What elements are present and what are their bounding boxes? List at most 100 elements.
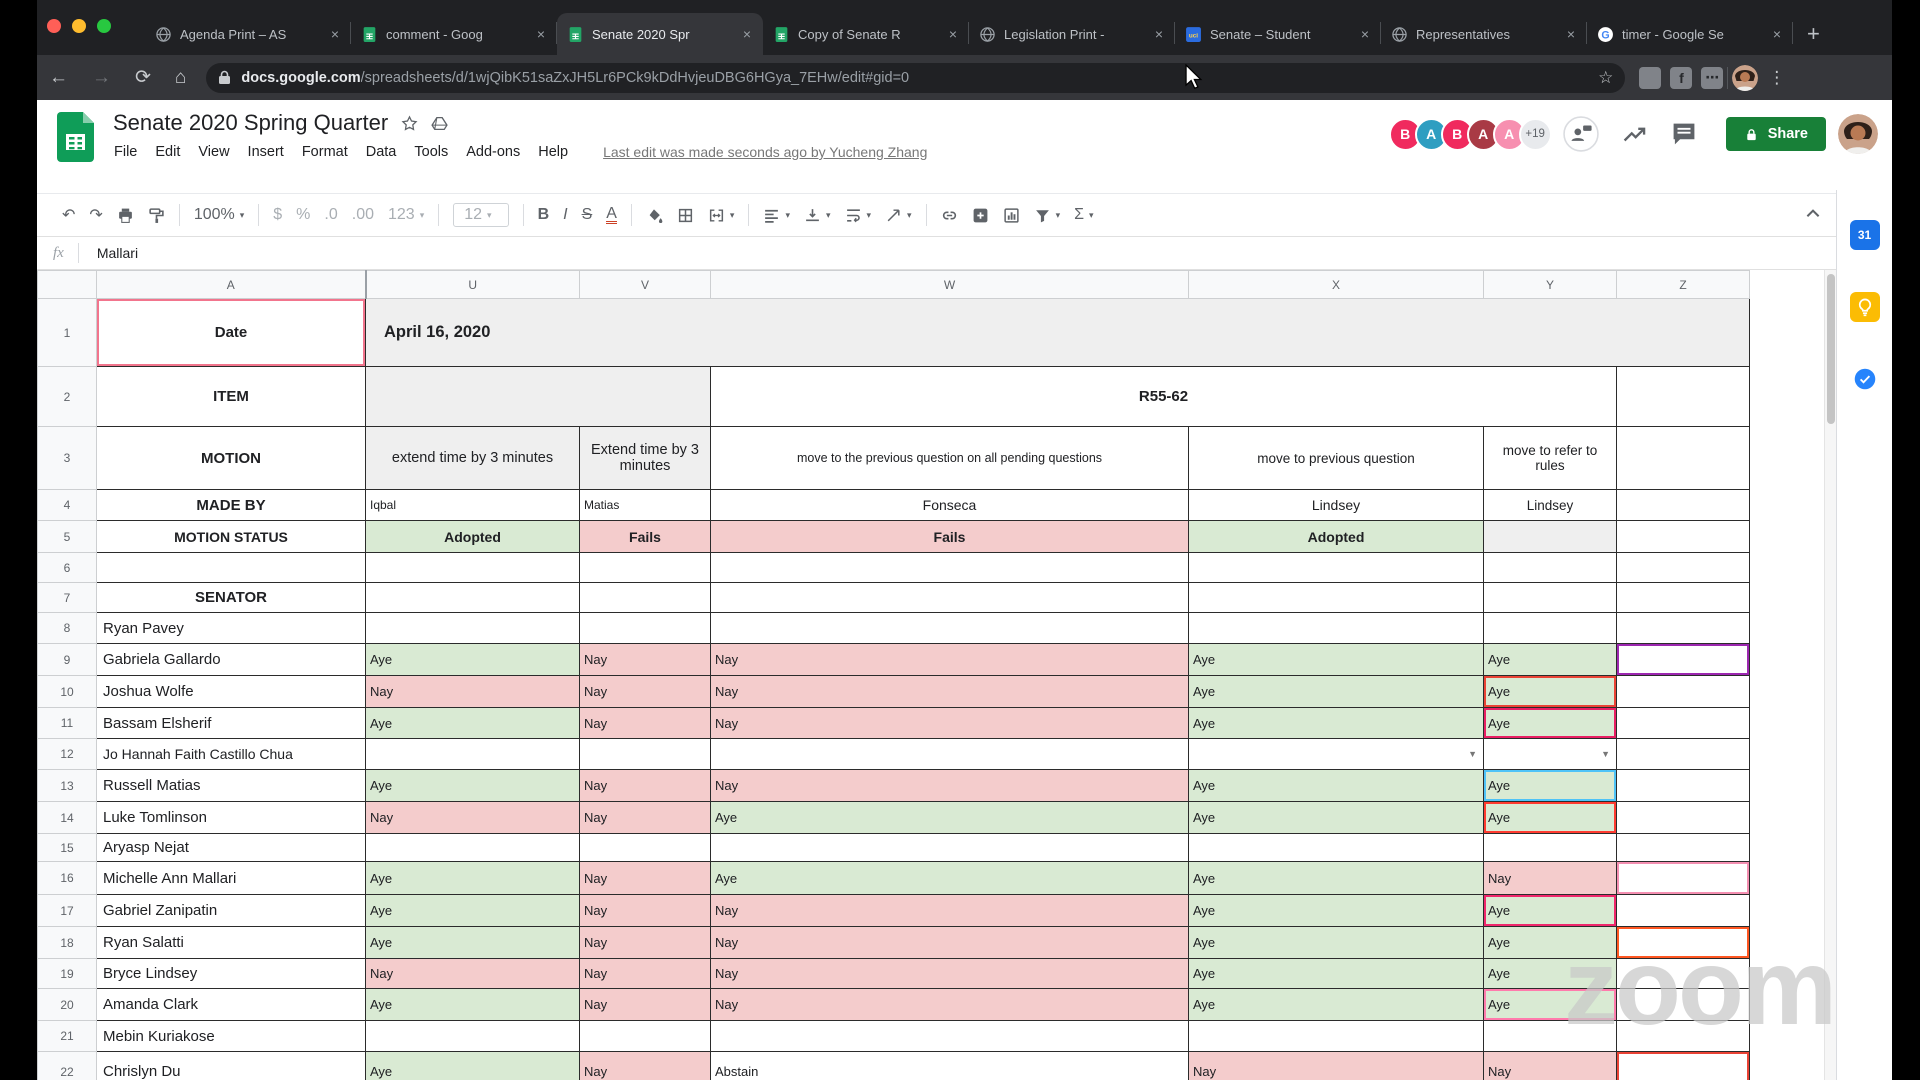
cell-Y4[interactable]: Lindsey [1484, 490, 1617, 521]
zoom-level-button[interactable]: 100%▾ [194, 206, 244, 224]
print-icon[interactable] [117, 207, 134, 224]
cell-V11[interactable]: Nay [580, 708, 711, 739]
cell-W10[interactable]: Nay [711, 676, 1189, 708]
cell-A18[interactable]: Ryan Salatti [97, 927, 366, 959]
cell-V21[interactable] [580, 1021, 711, 1052]
close-tab-icon[interactable]: × [329, 26, 341, 42]
column-header-Z[interactable]: Z [1617, 271, 1750, 299]
browser-menu-icon[interactable]: ⋮ [1758, 68, 1795, 88]
cell-X13[interactable]: Aye [1189, 770, 1484, 802]
row-header-16[interactable]: 16 [38, 862, 97, 895]
cell-A21[interactable]: Mebin Kuriakose [97, 1021, 366, 1052]
cell-A7[interactable]: SENATOR [97, 583, 366, 613]
cell-U13[interactable]: Aye [366, 770, 580, 802]
cell-V10[interactable]: Nay [580, 676, 711, 708]
cell-X11[interactable]: Aye [1189, 708, 1484, 739]
cell-A20[interactable]: Amanda Clark [97, 989, 366, 1021]
close-tab-icon[interactable]: × [535, 26, 547, 42]
cell-Z9[interactable] [1617, 644, 1750, 676]
cell-U16[interactable]: Aye [366, 862, 580, 895]
document-title[interactable]: Senate 2020 Spring Quarter [113, 110, 388, 136]
url-bar[interactable]: docs.google.com /spreadsheets/d/1wjQibK5… [206, 63, 1625, 93]
cell-U3[interactable]: extend time by 3 minutes [366, 427, 580, 490]
menu-addons[interactable]: Add-ons [457, 140, 529, 164]
cell-Y7[interactable] [1484, 583, 1617, 613]
cell-W15[interactable] [711, 834, 1189, 862]
cell-V12[interactable] [580, 739, 711, 770]
cell-Z6[interactable] [1617, 553, 1750, 583]
paint-format-icon[interactable] [148, 207, 165, 224]
cell-W8[interactable] [711, 613, 1189, 644]
cell-X12[interactable]: ▼ [1189, 739, 1484, 770]
bookmark-star-icon[interactable]: ☆ [1598, 68, 1613, 88]
presence-icon[interactable] [1563, 116, 1599, 152]
cell-Y10[interactable]: Aye [1484, 676, 1617, 708]
cell-Z5[interactable] [1617, 521, 1750, 553]
cell-V4[interactable]: Matias [580, 490, 711, 521]
row-header-18[interactable]: 18 [38, 927, 97, 959]
cell-A13[interactable]: Russell Matias [97, 770, 366, 802]
cell-U1[interactable]: April 16, 2020 [366, 299, 1750, 367]
number-format-button[interactable]: 123▾ [388, 206, 424, 224]
cell-W12[interactable] [711, 739, 1189, 770]
row-header-12[interactable]: 12 [38, 739, 97, 770]
cell-X15[interactable] [1189, 834, 1484, 862]
cell-X17[interactable]: Aye [1189, 895, 1484, 927]
cell-V15[interactable] [580, 834, 711, 862]
browser-tab-8[interactable]: G timer - Google Se × [1587, 13, 1793, 55]
column-header-W[interactable]: W [711, 271, 1189, 299]
cell-U10[interactable]: Nay [366, 676, 580, 708]
functions-button[interactable]: Σ▾ [1074, 206, 1093, 224]
cell-V5[interactable]: Fails [580, 521, 711, 553]
row-header-15[interactable]: 15 [38, 834, 97, 862]
close-tab-icon[interactable]: × [1153, 26, 1165, 42]
cell-A4[interactable]: MADE BY [97, 490, 366, 521]
cell-A3[interactable]: MOTION [97, 427, 366, 490]
cell-Y8[interactable] [1484, 613, 1617, 644]
cell-V14[interactable]: Nay [580, 802, 711, 834]
cell-W6[interactable] [711, 553, 1189, 583]
row-header-7[interactable]: 7 [38, 583, 97, 613]
cell-X19[interactable]: Aye [1189, 959, 1484, 989]
close-tab-icon[interactable]: × [1771, 26, 1783, 42]
cell-A6[interactable] [97, 553, 366, 583]
cell-W20[interactable]: Nay [711, 989, 1189, 1021]
last-edit-link[interactable]: Last edit was made seconds ago by Yuchen… [603, 144, 927, 160]
cell-U11[interactable]: Aye [366, 708, 580, 739]
cell-Z8[interactable] [1617, 613, 1750, 644]
cell-Z4[interactable] [1617, 490, 1750, 521]
column-header-Y[interactable]: Y [1484, 271, 1617, 299]
cell-Y5[interactable] [1484, 521, 1617, 553]
create-filter-icon[interactable]: ▾ [1034, 207, 1061, 224]
close-window-button[interactable] [47, 19, 61, 33]
undo-icon[interactable]: ↶ [62, 205, 75, 225]
cell-V17[interactable]: Nay [580, 895, 711, 927]
column-header-U[interactable]: U [366, 271, 580, 299]
cell-W18[interactable]: Nay [711, 927, 1189, 959]
row-header-1[interactable]: 1 [38, 299, 97, 367]
menu-file[interactable]: File [105, 140, 146, 164]
cell-X6[interactable] [1189, 553, 1484, 583]
borders-icon[interactable] [677, 207, 694, 224]
cell-W4[interactable]: Fonseca [711, 490, 1189, 521]
extension-generic-icon[interactable] [1639, 67, 1661, 89]
close-tab-icon[interactable]: × [1359, 26, 1371, 42]
window-controls[interactable] [47, 19, 111, 33]
cell-V3[interactable]: Extend time by 3 minutes [580, 427, 711, 490]
cell-W7[interactable] [711, 583, 1189, 613]
text-wrap-icon[interactable]: ▾ [845, 207, 872, 224]
cell-A19[interactable]: Bryce Lindsey [97, 959, 366, 989]
column-header-V[interactable]: V [580, 271, 711, 299]
cell-W17[interactable]: Nay [711, 895, 1189, 927]
browser-tab-2[interactable]: comment - Goog × [351, 13, 557, 55]
row-header-9[interactable]: 9 [38, 644, 97, 676]
row-header-13[interactable]: 13 [38, 770, 97, 802]
cell-X20[interactable]: Aye [1189, 989, 1484, 1021]
row-header-3[interactable]: 3 [38, 427, 97, 490]
cell-V19[interactable]: Nay [580, 959, 711, 989]
row-header-6[interactable]: 6 [38, 553, 97, 583]
comment-history-icon[interactable] [1671, 121, 1697, 147]
cell-V20[interactable]: Nay [580, 989, 711, 1021]
cell-A8[interactable]: Ryan Pavey [97, 613, 366, 644]
cell-V9[interactable]: Nay [580, 644, 711, 676]
